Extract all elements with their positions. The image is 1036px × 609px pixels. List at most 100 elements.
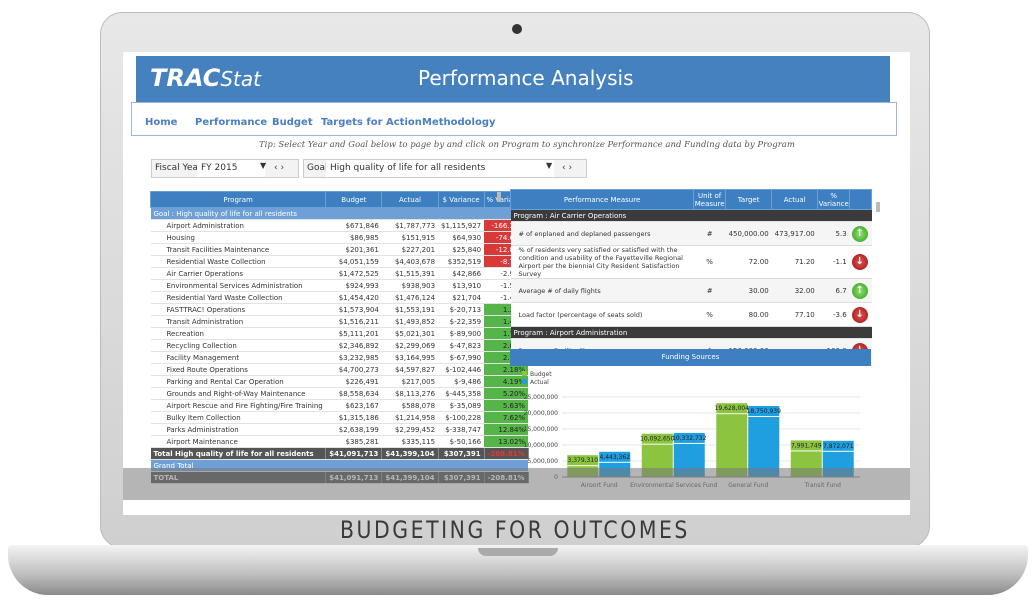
data-label: 18,750,939 bbox=[747, 408, 782, 415]
cell: $2,299,069 bbox=[381, 339, 439, 352]
column-header[interactable]: Target bbox=[725, 189, 773, 210]
dropdown-icon[interactable]: ▼ bbox=[260, 157, 266, 174]
cell: 5.3 bbox=[817, 221, 850, 246]
scrollbar[interactable] bbox=[876, 202, 880, 212]
data-label: 19,628,004 bbox=[715, 405, 750, 412]
cell: $-67,990 bbox=[438, 351, 485, 364]
cell: $1,472,525 bbox=[325, 267, 382, 280]
column-header[interactable]: Program bbox=[149, 191, 327, 208]
cell: $5,021,301 bbox=[381, 327, 439, 340]
budget-table: Program Budget Actual $ Variance% Variance G… bbox=[149, 191, 529, 484]
column-header[interactable]: Actual bbox=[381, 191, 439, 208]
data-label: 10,092,650 bbox=[640, 436, 675, 443]
nav-targets[interactable]: Targets for Action bbox=[321, 117, 422, 128]
cell: $1,787,773 bbox=[381, 219, 439, 232]
program-row[interactable]: Program : Airport Administration bbox=[510, 326, 872, 339]
cell: # of enplaned and deplaned passengers bbox=[510, 221, 694, 246]
nav-budget[interactable]: Budget bbox=[272, 117, 313, 128]
table-row[interactable]: Transit Administration $1,516,211 $1,493,8… bbox=[150, 315, 529, 328]
cell: $-9,486 bbox=[438, 375, 485, 388]
column-header[interactable]: Actual bbox=[771, 189, 819, 210]
cell: Airport Rescue and Fire Fighting/Fire Tr… bbox=[150, 399, 326, 412]
total-row: Total High quality of life for all resid… bbox=[150, 447, 529, 460]
cell: Environmental Services Administration bbox=[150, 279, 326, 292]
cell: $-20,713 bbox=[438, 303, 485, 316]
cell: $1,515,391 bbox=[381, 267, 439, 280]
cell: $226,491 bbox=[325, 375, 382, 388]
cell: $25,840 bbox=[438, 243, 485, 256]
table-row[interactable]: Airport Maintenance $385,281 $335,115 $-50,… bbox=[150, 435, 529, 448]
cell: 32.00 bbox=[771, 278, 818, 303]
cell: Recycling Collection bbox=[150, 339, 326, 352]
table-row[interactable]: Grounds and Right-of-Way Maintenance $8,5… bbox=[150, 387, 529, 400]
cell: Average # of daily flights bbox=[510, 278, 694, 303]
nav-methodology[interactable]: Methodology bbox=[422, 117, 496, 128]
cell: $671,846 bbox=[325, 219, 382, 232]
branding-text: BUDGETING FOR OUTCOMES bbox=[340, 516, 690, 544]
table-row[interactable]: Airport Administration $671,846 $1,787,773… bbox=[150, 219, 529, 232]
cell: Housing bbox=[150, 231, 326, 244]
table-row[interactable]: Parking and Rental Car Operation $226,491… bbox=[150, 375, 529, 388]
column-header[interactable]: % Variance bbox=[817, 189, 851, 210]
nav-home[interactable]: Home bbox=[145, 117, 177, 128]
column-header[interactable]: Unit of Measure bbox=[693, 189, 727, 210]
table-row[interactable]: Fixed Route Operations $4,700,273 $4,597,8… bbox=[150, 363, 529, 376]
table-row[interactable]: Recycling Collection $2,346,892 $2,299,069… bbox=[150, 339, 529, 352]
measure-row[interactable]: Average # of daily flights #30.00 32.00 6.7… bbox=[510, 278, 872, 303]
measure-row[interactable]: Load factor (percentage of seats sold)% 8… bbox=[510, 302, 872, 327]
table-row[interactable]: Environmental Services Administration $92… bbox=[150, 279, 529, 292]
table-row[interactable]: Airport Rescue and Fire Fighting/Fire Tr… bbox=[150, 399, 529, 412]
scrollbar[interactable] bbox=[497, 192, 501, 202]
measure-row[interactable]: # of enplaned and deplaned passengers #45… bbox=[510, 221, 872, 246]
table-row[interactable]: Parks Administration $2,638,199 $2,299,452… bbox=[150, 423, 529, 436]
cell: Air Carrier Operations bbox=[150, 267, 326, 280]
cell: Load factor (percentage of seats sold) bbox=[510, 302, 694, 327]
cell: Residential Yard Waste Collection bbox=[150, 291, 326, 304]
cell: Facility Management bbox=[150, 351, 326, 364]
y-tick-label: 5,000,000 bbox=[527, 458, 558, 465]
table-row[interactable]: Housing$86,985$151,915$64,930-74.65% bbox=[150, 231, 529, 244]
measure-row[interactable]: % of residents very satisfied or satisfi… bbox=[510, 245, 872, 279]
dropdown-icon[interactable]: ▼ bbox=[546, 157, 552, 174]
cell: $41,091,713 bbox=[325, 447, 383, 460]
goal-select[interactable]: Goal High quality of life for all reside… bbox=[303, 159, 587, 178]
legend-swatch bbox=[522, 371, 527, 376]
cell: $385,281 bbox=[325, 435, 382, 448]
page-title: Performance Analysis bbox=[418, 66, 634, 90]
year-value: FY 2015 bbox=[197, 160, 265, 177]
column-header[interactable] bbox=[849, 189, 872, 210]
fiscal-year-select[interactable]: Fiscal Year FY 2015 ▼ ‹ › bbox=[151, 159, 299, 178]
table-row[interactable]: Facility Management $3,232,985 $3,164,995 $… bbox=[150, 351, 529, 364]
cell: % of residents very satisfied or satisfi… bbox=[510, 245, 694, 279]
cell: 80.00 bbox=[725, 302, 772, 327]
arrow-down-icon: ↓ bbox=[851, 306, 868, 323]
program-row[interactable]: Program : Air Carrier Operations bbox=[510, 209, 872, 222]
table-row[interactable]: Transit Facilities Maintenance $201,361 $2… bbox=[150, 243, 529, 256]
table-row[interactable]: Residential Yard Waste Collection $1,454,… bbox=[150, 291, 529, 304]
cell: $1,493,852 bbox=[381, 315, 439, 328]
cell: Airport Administration bbox=[150, 219, 326, 232]
cell: $352,519 bbox=[438, 255, 485, 268]
prev-next-icon[interactable]: ‹ › bbox=[562, 160, 572, 177]
table-row[interactable]: Residential Waste Collection $4,051,159 $4… bbox=[150, 255, 529, 268]
legend-swatch bbox=[522, 379, 527, 384]
cell: $4,403,678 bbox=[381, 255, 439, 268]
screen: TRACStat Performance Analysis Home Perfo… bbox=[123, 52, 910, 515]
year-label: Fiscal Year bbox=[155, 163, 202, 173]
table-row[interactable]: FASTTRAC! Operations $1,573,904 $1,553,191… bbox=[150, 303, 529, 316]
overlay-band bbox=[123, 468, 910, 500]
nav-performance[interactable]: Performance bbox=[195, 117, 267, 128]
table-row[interactable]: Recreation$5,111,201$5,021,301$-89,9001.… bbox=[150, 327, 529, 340]
cell: 71.20 bbox=[771, 245, 818, 279]
prev-next-icon[interactable]: ‹ › bbox=[274, 160, 284, 177]
cell: Grounds and Right-of-Way Maintenance bbox=[150, 387, 326, 400]
cell: $1,573,904 bbox=[325, 303, 382, 316]
table-row[interactable]: Bulky Item Collection $1,315,186 $1,214,95… bbox=[150, 411, 529, 424]
table-row[interactable]: Air Carrier Operations $1,472,525 $1,515,3… bbox=[150, 267, 529, 280]
cell: $2,638,199 bbox=[325, 423, 382, 436]
column-header[interactable]: Budget bbox=[325, 191, 383, 208]
column-header[interactable]: Performance Measure bbox=[509, 189, 695, 210]
column-header[interactable]: $ Variance bbox=[437, 191, 485, 208]
cell: $-50,166 bbox=[438, 435, 485, 448]
cell: $13,910 bbox=[438, 279, 485, 292]
